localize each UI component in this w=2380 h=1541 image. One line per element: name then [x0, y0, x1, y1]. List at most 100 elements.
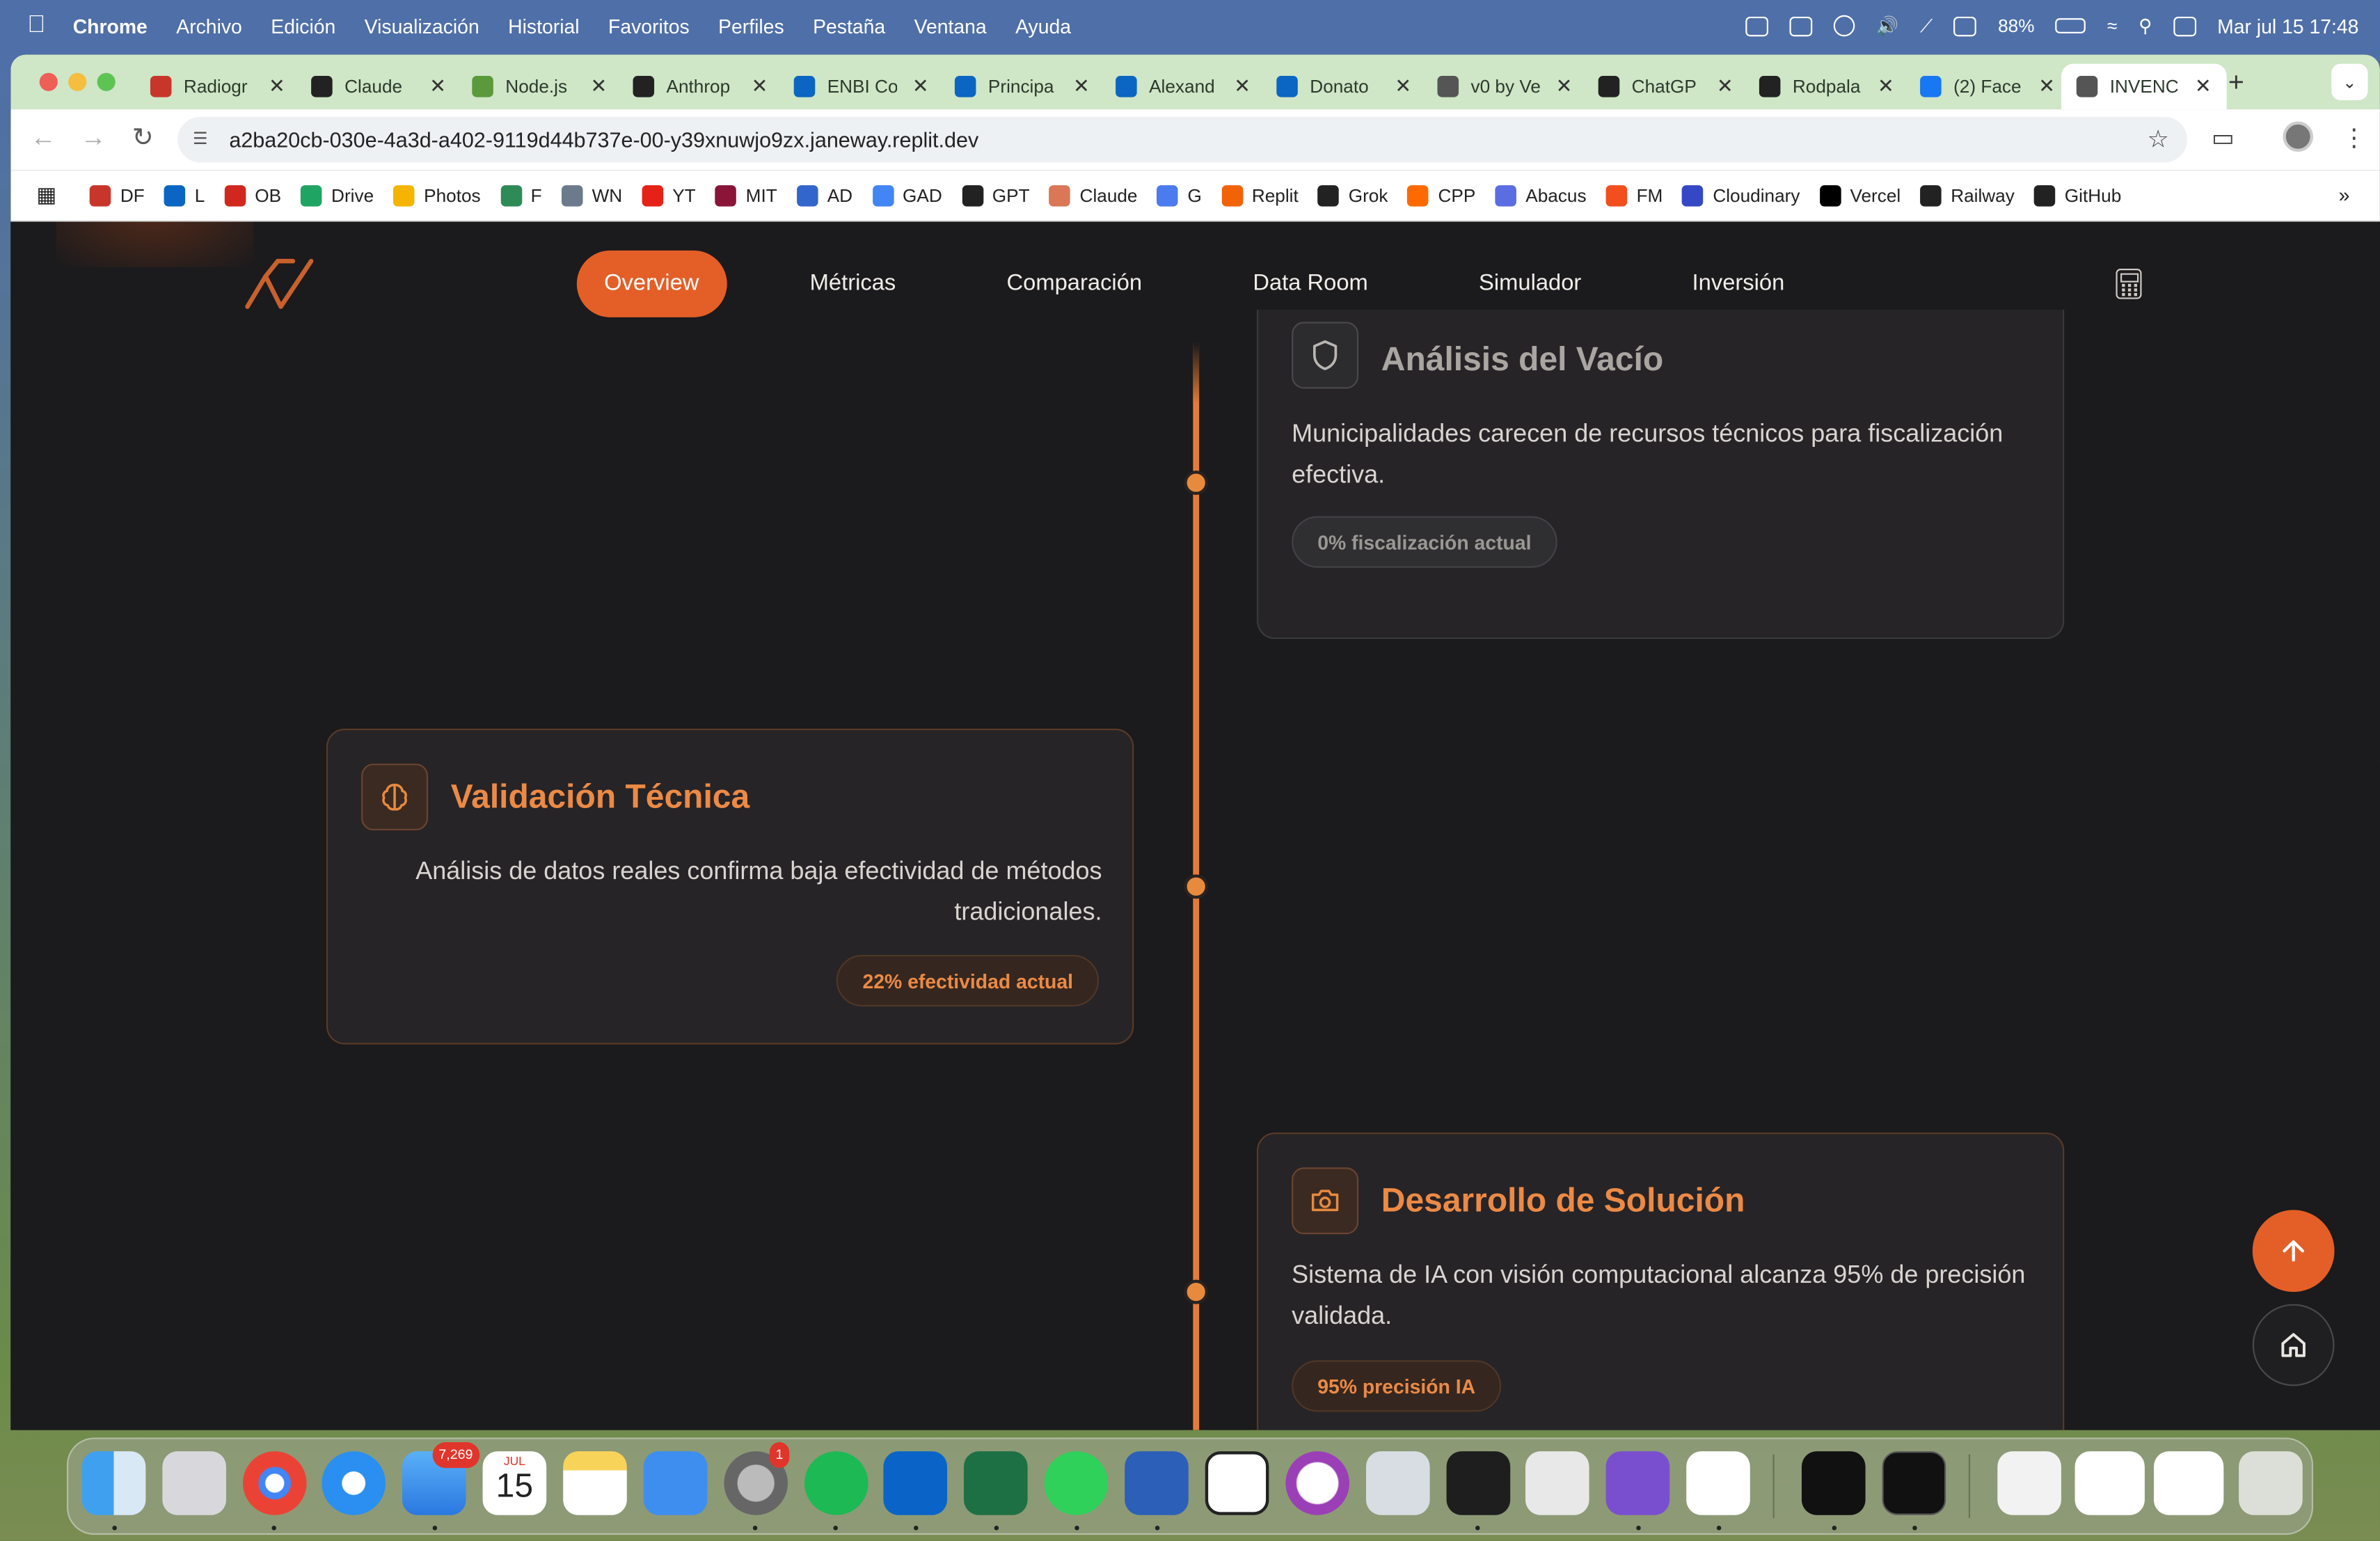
system-settings-icon[interactable]: 1 [724, 1442, 790, 1515]
forward-arrow-icon[interactable]: → [81, 123, 106, 154]
fantastical-calendar-icon[interactable] [1205, 1451, 1269, 1515]
tab[interactable]: (2) Face ✕ [1920, 64, 2055, 109]
browser-menu-icon[interactable]: ⋮ [2342, 123, 2366, 154]
new-tab-button[interactable]: + [2228, 67, 2244, 99]
bookmark-item[interactable]: L [164, 184, 205, 206]
calendar-icon[interactable]: JUL 15 [482, 1451, 547, 1515]
tab-close-icon[interactable]: ✕ [1234, 74, 1251, 99]
menu-archivo[interactable]: Archivo [176, 15, 242, 38]
webex-icon[interactable] [1801, 1451, 1866, 1515]
tab[interactable]: Radiogr ✕ [150, 64, 285, 109]
menu-pestana[interactable]: Pestaña [813, 15, 885, 38]
apps-grid-icon[interactable]: ▦ [36, 182, 56, 208]
extensions-icon[interactable]: ▭ [2212, 123, 2235, 154]
iphone-mirroring-icon[interactable] [1365, 1451, 1430, 1515]
tab-close-icon[interactable]: ✕ [2038, 74, 2055, 99]
bookmark-item[interactable]: G [1157, 184, 1202, 206]
window-thumbnail[interactable] [2153, 1451, 2224, 1515]
menu-historial[interactable]: Historial [508, 15, 579, 38]
notes-app-icon[interactable] [1525, 1451, 1589, 1515]
nav-comparacion[interactable]: Comparación [966, 251, 1183, 317]
bookmark-item[interactable]: YT [642, 184, 696, 206]
bookmark-item[interactable]: Drive [301, 184, 374, 206]
nav-overview[interactable]: Overview [576, 250, 727, 317]
menu-ayuda[interactable]: Ayuda [1015, 15, 1071, 38]
tab-close-icon[interactable]: ✕ [269, 74, 285, 99]
trash-icon[interactable] [2239, 1451, 2303, 1515]
safari-icon[interactable] [322, 1451, 386, 1515]
bookmark-item[interactable]: AD [797, 184, 852, 206]
battery-icon[interactable] [2056, 18, 2086, 33]
tab[interactable]: ENBI Co ✕ [793, 64, 929, 109]
bookmark-item[interactable]: GitHub [2034, 184, 2121, 206]
bookmark-item[interactable]: MIT [715, 184, 777, 206]
tab-close-icon[interactable]: ✕ [1878, 74, 1894, 99]
drive-status-icon[interactable] [1789, 15, 1813, 36]
tab[interactable]: ChatGP ✕ [1598, 64, 1734, 109]
tab-search-chevron-icon[interactable]: ⌄ [2331, 63, 2368, 100]
tab[interactable]: Donato ✕ [1276, 64, 1411, 109]
finder-icon[interactable] [81, 1451, 146, 1515]
bookmark-item[interactable]: OB [224, 184, 281, 206]
whatsapp-icon[interactable] [1044, 1451, 1109, 1515]
notes-icon[interactable] [563, 1451, 627, 1515]
more-bookmarks-icon[interactable]: » [2339, 184, 2350, 207]
bookmark-item[interactable]: Photos [393, 184, 481, 206]
excel-icon[interactable] [963, 1451, 1028, 1515]
bookmark-item[interactable]: WN [561, 184, 622, 206]
tab-close-icon[interactable]: ✕ [752, 74, 768, 99]
home-button[interactable] [2252, 1304, 2335, 1386]
bookmark-item[interactable]: Railway [1920, 184, 2015, 206]
launchpad-icon[interactable] [162, 1451, 226, 1515]
wifi-icon[interactable]: ≈ [2107, 15, 2117, 37]
site-settings-icon[interactable]: ☰ [193, 129, 214, 150]
word-icon[interactable] [1125, 1451, 1189, 1515]
menu-visualizacion[interactable]: Visualización [365, 15, 479, 38]
circle-app-icon[interactable] [1285, 1451, 1349, 1515]
outlook-icon[interactable] [883, 1451, 948, 1515]
apple-icon[interactable]:  [27, 12, 45, 39]
tab-close-icon[interactable]: ✕ [1073, 74, 1090, 99]
tab-close-icon[interactable]: ✕ [1556, 74, 1573, 99]
menu-perfiles[interactable]: Perfiles [718, 15, 784, 38]
menu-clock[interactable]: Mar jul 15 17:48 [2217, 15, 2358, 38]
bookmark-item[interactable]: Grok [1318, 184, 1388, 206]
mail-icon[interactable]: 7,269 [402, 1442, 479, 1515]
volume-icon[interactable]: 🔊 [1876, 15, 1899, 37]
keynote-icon[interactable] [643, 1451, 708, 1515]
close-window-button[interactable] [39, 72, 58, 91]
tab-active[interactable]: INVENC ✕ [2061, 63, 2227, 110]
bookmark-item[interactable]: Vercel [1819, 184, 1901, 206]
mute-slash-icon[interactable]: ⟋ [1920, 15, 1933, 38]
tab-close-icon[interactable]: ✕ [1717, 74, 1734, 99]
terminal-icon[interactable] [1882, 1451, 1946, 1515]
menu-ventana[interactable]: Ventana [914, 15, 987, 38]
scroll-to-top-button[interactable] [2252, 1210, 2335, 1293]
nav-metricas[interactable]: Métricas [769, 251, 937, 317]
control-center-icon[interactable] [2173, 15, 2196, 36]
tab-close-icon[interactable]: ✕ [2195, 74, 2212, 99]
maximize-window-button[interactable] [97, 72, 116, 91]
tab-close-icon[interactable]: ✕ [429, 74, 446, 99]
bookmark-item[interactable]: Replit [1221, 184, 1299, 206]
nav-simulador[interactable]: Simulador [1438, 251, 1622, 317]
tab[interactable]: Anthrop ✕ [633, 64, 768, 109]
bookmark-star-icon[interactable]: ☆ [2148, 125, 2169, 155]
profile-avatar[interactable] [2283, 121, 2313, 152]
nav-data-room[interactable]: Data Room [1212, 251, 1409, 317]
chrome-icon[interactable] [242, 1451, 307, 1515]
document-stack-icon[interactable] [1997, 1451, 2061, 1515]
bookmark-item[interactable]: GPT [962, 184, 1030, 206]
bookmark-item[interactable]: GAD [872, 184, 942, 206]
site-logo[interactable] [244, 258, 317, 310]
tab[interactable]: Alexand ✕ [1116, 64, 1251, 109]
bookmark-item[interactable]: CPP [1407, 184, 1475, 206]
reload-icon[interactable]: ↻ [132, 123, 154, 154]
calculator-icon[interactable] [2116, 269, 2142, 299]
tab[interactable]: Principa ✕ [954, 64, 1090, 109]
tab-close-icon[interactable]: ✕ [1395, 74, 1411, 99]
spotlight-search-icon[interactable]: ⚲ [2139, 15, 2152, 37]
menu-edicion[interactable]: Edición [271, 15, 335, 38]
nav-inversion[interactable]: Inversión [1651, 251, 1826, 317]
address-bar[interactable]: ☰ a2ba20cb-030e-4a3d-a402-9119d44b737e-0… [177, 116, 2187, 163]
